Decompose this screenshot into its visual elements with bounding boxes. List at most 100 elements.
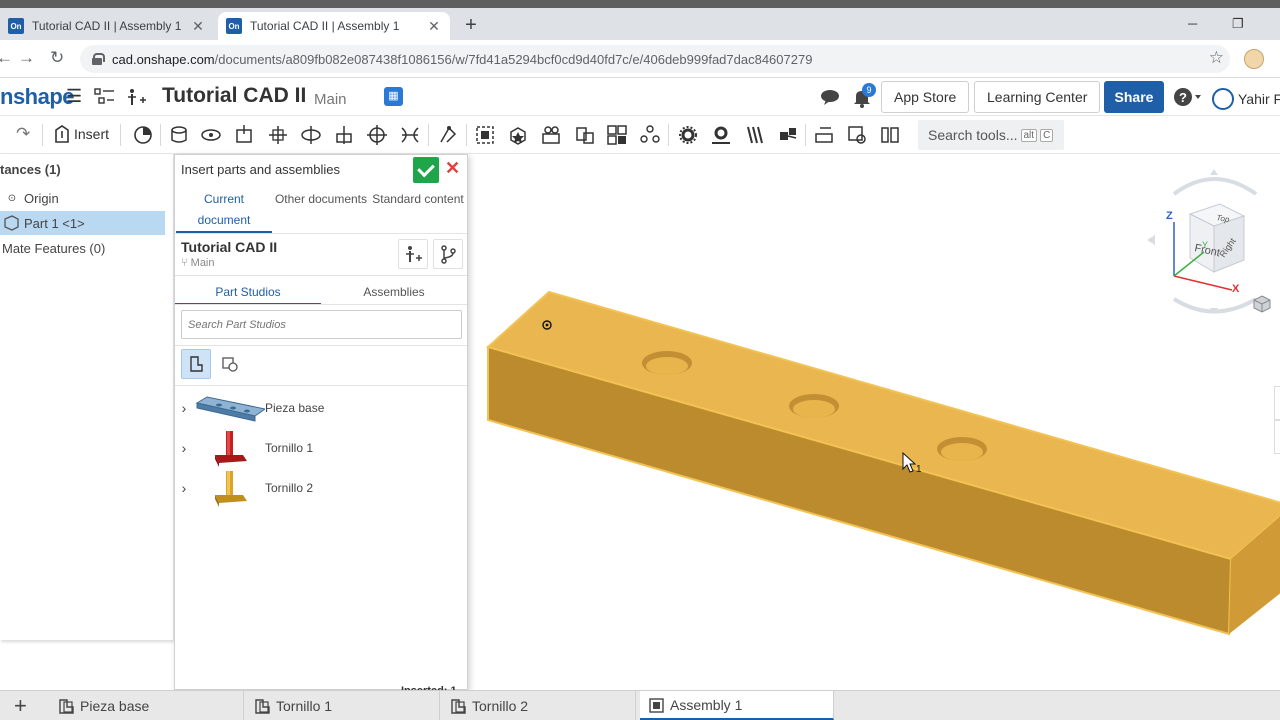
parallel-mate-icon[interactable] — [399, 124, 421, 146]
assembly-toolbar: ↷ Insert Search tools... alt C — [0, 116, 1280, 154]
toolbar-divider — [160, 124, 161, 146]
circular-pattern-icon[interactable] — [639, 124, 661, 146]
planar-mate-icon[interactable] — [267, 124, 289, 146]
onshape-logo[interactable]: nshape — [0, 84, 75, 110]
toolbar-divider — [120, 124, 121, 146]
axis-y-label: Y — [1202, 240, 1208, 250]
search-tools-label: Search tools... — [928, 127, 1018, 143]
instances-title: tances (1) — [0, 162, 61, 177]
subtab-assemblies[interactable]: Assemblies — [321, 281, 467, 303]
right-edge-panel-tab[interactable] — [1274, 420, 1280, 454]
instance-row-origin[interactable]: ⊙ Origin — [0, 186, 165, 210]
feature-list-icon[interactable] — [94, 87, 116, 107]
instance-row-mate-features[interactable]: Mate Features (0) — [0, 236, 165, 260]
redo-icon[interactable]: ↷ — [16, 124, 30, 144]
part-studio-row[interactable]: › Tornillo 2 — [175, 469, 467, 507]
browser-tab-1[interactable]: On Tutorial CAD II | Assembly 1 ✕ — [0, 12, 214, 40]
url-path: /documents/a809fb082e087438f1086156/w/7f… — [214, 51, 813, 67]
element-tab-tornillo-1[interactable]: Tornillo 1 — [246, 691, 440, 720]
mate-connector-icon[interactable] — [474, 124, 496, 146]
section-view-icon[interactable] — [846, 124, 868, 146]
replicate-icon[interactable] — [507, 124, 529, 146]
element-tab-tornillo-2[interactable]: Tornillo 2 — [442, 691, 636, 720]
part-thumbnail — [215, 471, 247, 507]
tab-close-icon[interactable]: ✕ — [426, 18, 442, 35]
tab-standard-content[interactable]: Standard content — [370, 189, 466, 210]
insert-icon[interactable] — [52, 124, 74, 146]
subtab-part-studios[interactable]: Part Studios — [175, 281, 321, 305]
browser-tab-bar: On Tutorial CAD II | Assembly 1 ✕ On Tut… — [0, 8, 1280, 40]
back-icon[interactable]: ← — [0, 48, 13, 68]
filter-surfaces-button[interactable] — [215, 349, 245, 379]
expand-chevron-icon[interactable]: › — [175, 400, 193, 416]
user-menu[interactable]: Yahir F — [1212, 88, 1280, 110]
slider-mate-icon[interactable] — [233, 124, 255, 146]
right-edge-panel-tab[interactable] — [1274, 386, 1280, 420]
linear-relation-icon[interactable] — [777, 124, 799, 146]
restore-icon[interactable]: ❐ — [1232, 16, 1244, 32]
screw-relation-icon[interactable] — [744, 124, 766, 146]
tab-current-document[interactable]: Current document — [176, 189, 272, 233]
fastened-mate-icon[interactable] — [168, 124, 190, 146]
timer-icon[interactable] — [132, 124, 154, 146]
user-avatar-icon — [1212, 88, 1234, 110]
new-tab-button[interactable]: + — [460, 14, 482, 37]
learning-center-button[interactable]: Learning Center — [974, 81, 1101, 113]
gear-relation-icon[interactable] — [677, 124, 699, 146]
instance-row-part1[interactable]: Part 1 <1> — [0, 211, 165, 235]
part-studio-row[interactable]: › Tornillo 1 — [175, 429, 467, 467]
ball-mate-icon[interactable] — [366, 124, 388, 146]
tab-other-documents[interactable]: Other documents — [273, 189, 369, 210]
search-tools-input[interactable]: Search tools... alt C — [918, 120, 1064, 150]
close-x-button[interactable]: ✕ — [445, 158, 460, 179]
filter-parts-button[interactable] — [181, 349, 211, 379]
comments-icon[interactable] — [820, 88, 842, 106]
tangent-mate-icon[interactable] — [437, 124, 459, 146]
insert-options-button[interactable] — [398, 239, 428, 269]
forward-icon[interactable]: → — [18, 48, 35, 68]
part-studio-row[interactable]: › Pieza base — [175, 389, 467, 427]
bookmark-star-icon[interactable]: ☆ — [1209, 48, 1224, 68]
linear-pattern-icon[interactable] — [606, 124, 628, 146]
browser-tab-2[interactable]: On Tutorial CAD II | Assembly 1 ✕ — [218, 12, 450, 40]
accept-check-button[interactable] — [413, 157, 439, 183]
cylindrical-mate-icon[interactable] — [300, 124, 322, 146]
relation-icon[interactable] — [574, 124, 596, 146]
add-element-button[interactable]: + — [14, 693, 27, 719]
tab-close-icon[interactable]: ✕ — [190, 18, 206, 35]
insert-part-icon[interactable] — [126, 87, 148, 107]
insert-button[interactable]: Insert — [74, 126, 109, 142]
expand-chevron-icon[interactable]: › — [175, 440, 193, 456]
browser-profile-avatar[interactable] — [1244, 49, 1264, 69]
revolute-mate-icon[interactable] — [200, 124, 222, 146]
group-icon[interactable] — [540, 124, 562, 146]
learning-badge-icon[interactable]: ▦ — [384, 87, 403, 106]
minimize-icon[interactable]: ─ — [1188, 16, 1197, 31]
expand-chevron-icon[interactable]: › — [175, 480, 193, 496]
view-options-cube-icon[interactable] — [1252, 294, 1272, 314]
part-studio-filter-icon — [190, 356, 203, 372]
onshape-favicon: On — [8, 18, 24, 34]
app-header: nshape ☰ Tutorial CAD II Main ▦ 9 App St… — [0, 78, 1280, 116]
branch-version-button[interactable] — [433, 239, 463, 269]
graphics-viewport[interactable]: 1 Top Front Right Z X Y — [468, 154, 1280, 690]
document-branch[interactable]: Main — [314, 91, 347, 108]
explode-view-icon[interactable] — [879, 124, 901, 146]
share-button[interactable]: Share — [1104, 81, 1164, 113]
menu-icon[interactable]: ☰ — [66, 86, 82, 107]
rack-pinion-icon[interactable] — [710, 124, 732, 146]
pin-slot-mate-icon[interactable] — [333, 124, 355, 146]
element-tab-pieza-base[interactable]: Pieza base — [50, 691, 244, 720]
instances-panel: tances (1) ⊙ Origin Part 1 <1> Mate Feat… — [0, 154, 174, 640]
element-tab-assembly-1[interactable]: Assembly 1 — [640, 691, 834, 720]
search-part-studios-input[interactable] — [181, 310, 462, 339]
reload-icon[interactable]: ↻ — [50, 48, 64, 68]
dialog-title: Insert parts and assemblies — [181, 162, 340, 177]
url-input[interactable]: cad.onshape.com/documents/a809fb082e0874… — [80, 45, 1230, 73]
axis-z-label: Z — [1166, 210, 1173, 222]
measure-icon[interactable] — [813, 124, 835, 146]
help-icon[interactable]: ? — [1174, 87, 1204, 107]
app-store-button[interactable]: App Store — [881, 81, 970, 113]
document-title[interactable]: Tutorial CAD II — [162, 84, 306, 108]
toolbar-divider — [805, 124, 806, 146]
